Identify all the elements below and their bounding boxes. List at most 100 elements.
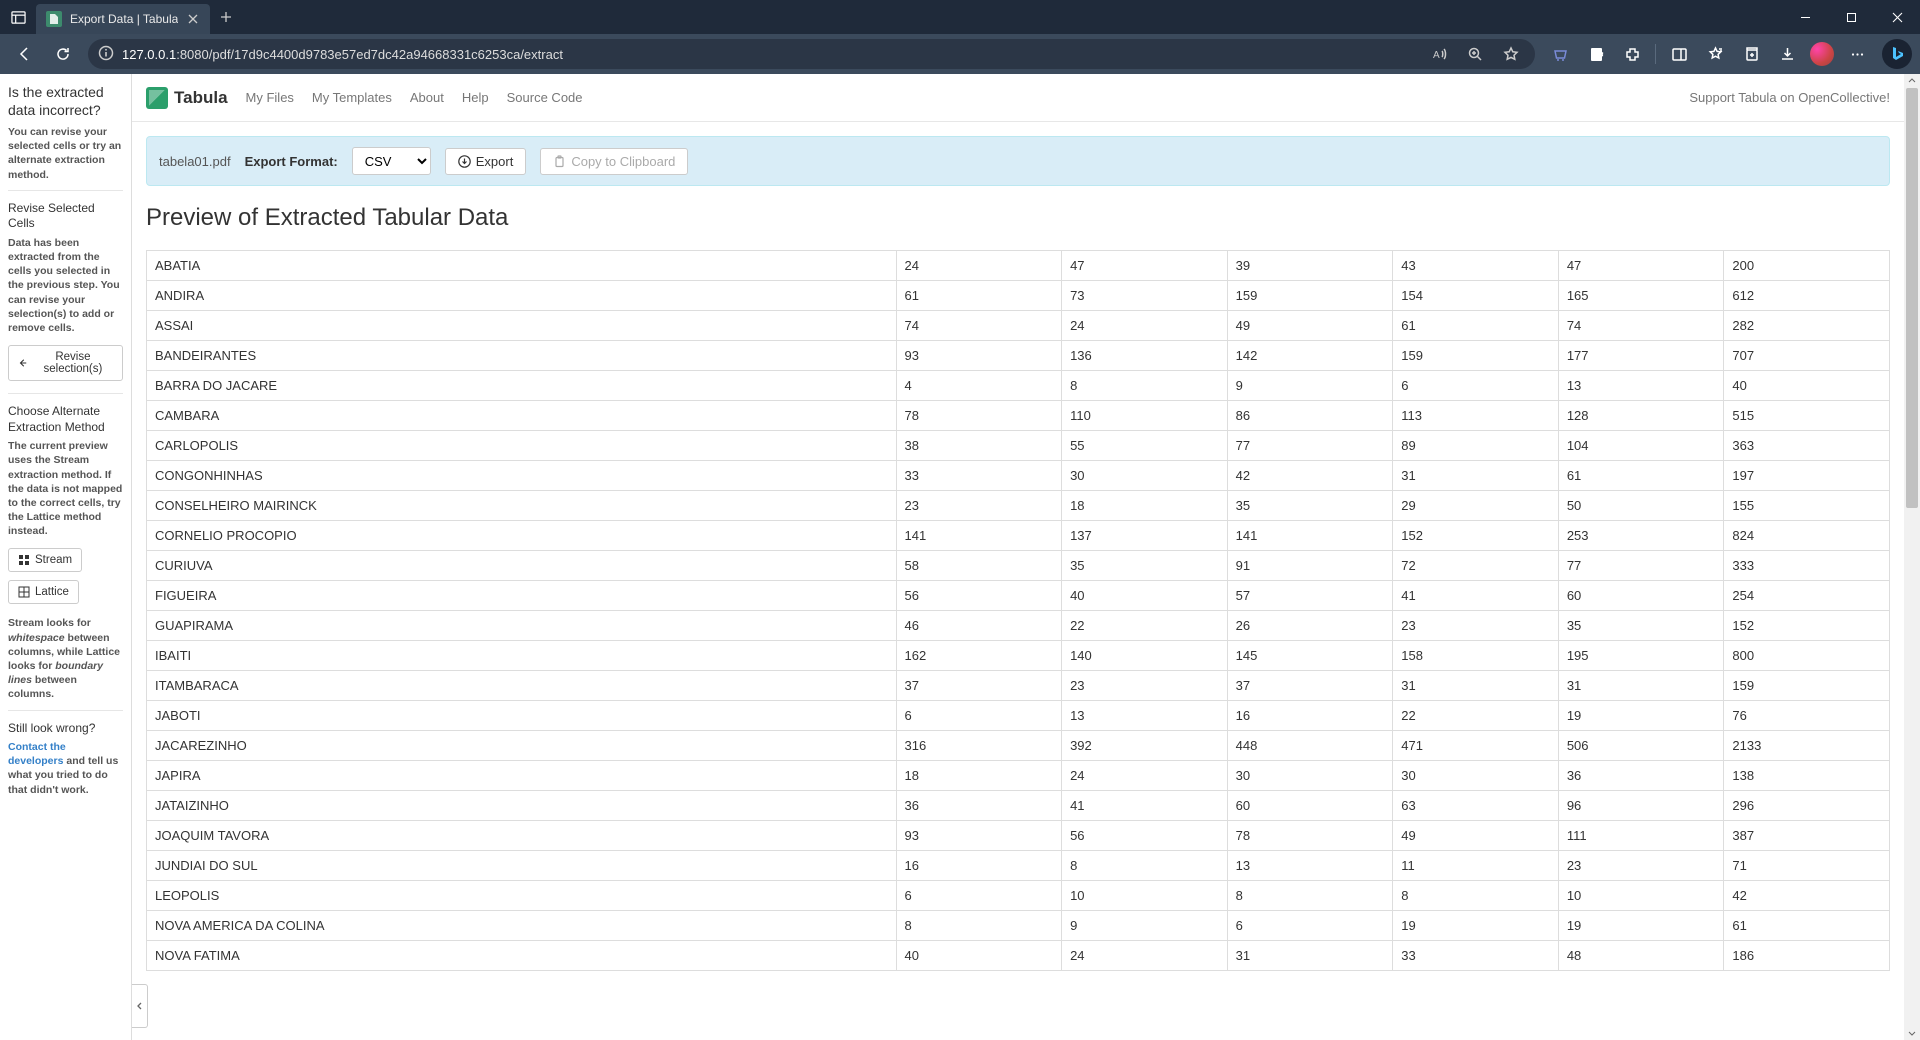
url-text: 127.0.0.1:8080/pdf/17d9c4400d9783e57ed7d… [122, 47, 1417, 62]
row-value: 93 [896, 821, 1062, 851]
row-value: 136 [1062, 341, 1228, 371]
row-value: 128 [1558, 401, 1724, 431]
table-row: JAPIRA1824303036138 [147, 761, 1890, 791]
copy-clipboard-button[interactable]: Copy to Clipboard [540, 148, 688, 175]
table-row: ANDIRA6173159154165612 [147, 281, 1890, 311]
row-value: 392 [1062, 731, 1228, 761]
row-value: 471 [1393, 731, 1559, 761]
row-name: CONSELHEIRO MAIRINCK [147, 491, 897, 521]
row-name: FIGUEIRA [147, 581, 897, 611]
row-value: 141 [1227, 521, 1393, 551]
table-row: FIGUEIRA5640574160254 [147, 581, 1890, 611]
row-value: 72 [1393, 551, 1559, 581]
row-value: 18 [1062, 491, 1228, 521]
collections-icon[interactable] [1734, 38, 1768, 70]
contact-developers-link[interactable]: Contact the developers [8, 741, 66, 767]
browser-tab[interactable]: Export Data | Tabula [36, 4, 210, 34]
maximize-button[interactable] [1828, 0, 1874, 34]
page-scrollbar[interactable] [1904, 74, 1920, 1040]
table-row: JABOTI61316221976 [147, 701, 1890, 731]
row-name: ABATIA [147, 251, 897, 281]
favorite-icon[interactable] [1497, 46, 1525, 62]
export-format-select[interactable]: CSV [352, 147, 431, 175]
lattice-icon [18, 586, 30, 598]
row-value: 78 [1227, 821, 1393, 851]
row-value: 41 [1062, 791, 1228, 821]
close-window-button[interactable] [1874, 0, 1920, 34]
profile-avatar[interactable] [1810, 42, 1834, 66]
extensions-icon[interactable] [1615, 38, 1649, 70]
brand-name: Tabula [174, 88, 228, 108]
stream-icon [18, 554, 30, 566]
scroll-down-icon[interactable] [1904, 1026, 1920, 1040]
table-row: LEOPOLIS610881042 [147, 881, 1890, 911]
row-value: 35 [1062, 551, 1228, 581]
row-name: JABOTI [147, 701, 897, 731]
row-name: CORNELIO PROCOPIO [147, 521, 897, 551]
revise-selections-button[interactable]: Revise selection(s) [8, 345, 123, 381]
row-value: 24 [1062, 941, 1228, 971]
sidebar-revise-desc: Data has been extracted from the cells y… [8, 236, 123, 335]
scroll-up-icon[interactable] [1904, 74, 1920, 88]
row-value: 60 [1227, 791, 1393, 821]
row-value: 78 [896, 401, 1062, 431]
tab-title: Export Data | Tabula [70, 12, 178, 26]
zoom-icon[interactable] [1461, 46, 1489, 62]
row-value: 71 [1724, 851, 1890, 881]
nav-my-files[interactable]: My Files [246, 90, 294, 105]
shopping-icon[interactable] [1543, 38, 1577, 70]
nav-help[interactable]: Help [462, 90, 489, 105]
row-value: 31 [1393, 671, 1559, 701]
export-format-label: Export Format: [245, 154, 338, 169]
site-info-icon[interactable] [98, 45, 114, 64]
address-bar[interactable]: 127.0.0.1:8080/pdf/17d9c4400d9783e57ed7d… [88, 39, 1535, 69]
new-tab-button[interactable] [210, 0, 242, 34]
refresh-button[interactable] [46, 38, 80, 70]
table-row: CURIUVA5835917277333 [147, 551, 1890, 581]
back-button[interactable] [8, 38, 42, 70]
minimize-button[interactable] [1782, 0, 1828, 34]
clipboard-icon [553, 155, 566, 168]
row-value: 165 [1558, 281, 1724, 311]
row-value: 42 [1724, 881, 1890, 911]
brand-logo[interactable]: Tabula [146, 87, 228, 109]
nav-source-code[interactable]: Source Code [507, 90, 583, 105]
favorites-list-icon[interactable] [1698, 38, 1732, 70]
row-value: 23 [1558, 851, 1724, 881]
row-name: CONGONHINHAS [147, 461, 897, 491]
row-value: 91 [1227, 551, 1393, 581]
sidebar-method-desc: The current preview uses the Stream extr… [8, 439, 123, 538]
row-value: 10 [1558, 881, 1724, 911]
stream-method-button[interactable]: Stream [8, 548, 82, 572]
row-value: 33 [1393, 941, 1559, 971]
tab-overview-button[interactable] [0, 0, 36, 34]
read-aloud-icon[interactable]: A [1425, 46, 1453, 62]
row-value: 40 [1724, 371, 1890, 401]
sidebar-icon[interactable] [1662, 38, 1696, 70]
donate-link[interactable]: Support Tabula on OpenCollective! [1689, 90, 1890, 105]
row-value: 138 [1724, 761, 1890, 791]
row-value: 110 [1062, 401, 1228, 431]
tab-close-icon[interactable] [186, 12, 200, 26]
more-icon[interactable] [1840, 38, 1874, 70]
window-controls [1782, 0, 1920, 34]
row-value: 26 [1227, 611, 1393, 641]
scrollbar-thumb[interactable] [1906, 88, 1918, 508]
downloads-icon[interactable] [1770, 38, 1804, 70]
bing-button[interactable] [1882, 39, 1912, 69]
row-value: 155 [1724, 491, 1890, 521]
sidebar-heading-revise: Revise Selected Cells [8, 201, 123, 232]
nav-about[interactable]: About [410, 90, 444, 105]
export-button[interactable]: Export [445, 148, 527, 175]
row-value: 57 [1227, 581, 1393, 611]
download-icon [458, 155, 471, 168]
pdf-icon[interactable]: PDF [1579, 38, 1613, 70]
sidebar-collapse-button[interactable] [132, 984, 148, 1028]
table-row: CONGONHINHAS3330423161197 [147, 461, 1890, 491]
sidebar-heading-main: Is the extracted data incorrect? [8, 84, 123, 119]
row-value: 448 [1227, 731, 1393, 761]
sidebar-heading-wrong: Still look wrong? [8, 721, 123, 737]
lattice-method-button[interactable]: Lattice [8, 580, 79, 604]
row-name: ITAMBARACA [147, 671, 897, 701]
nav-my-templates[interactable]: My Templates [312, 90, 392, 105]
